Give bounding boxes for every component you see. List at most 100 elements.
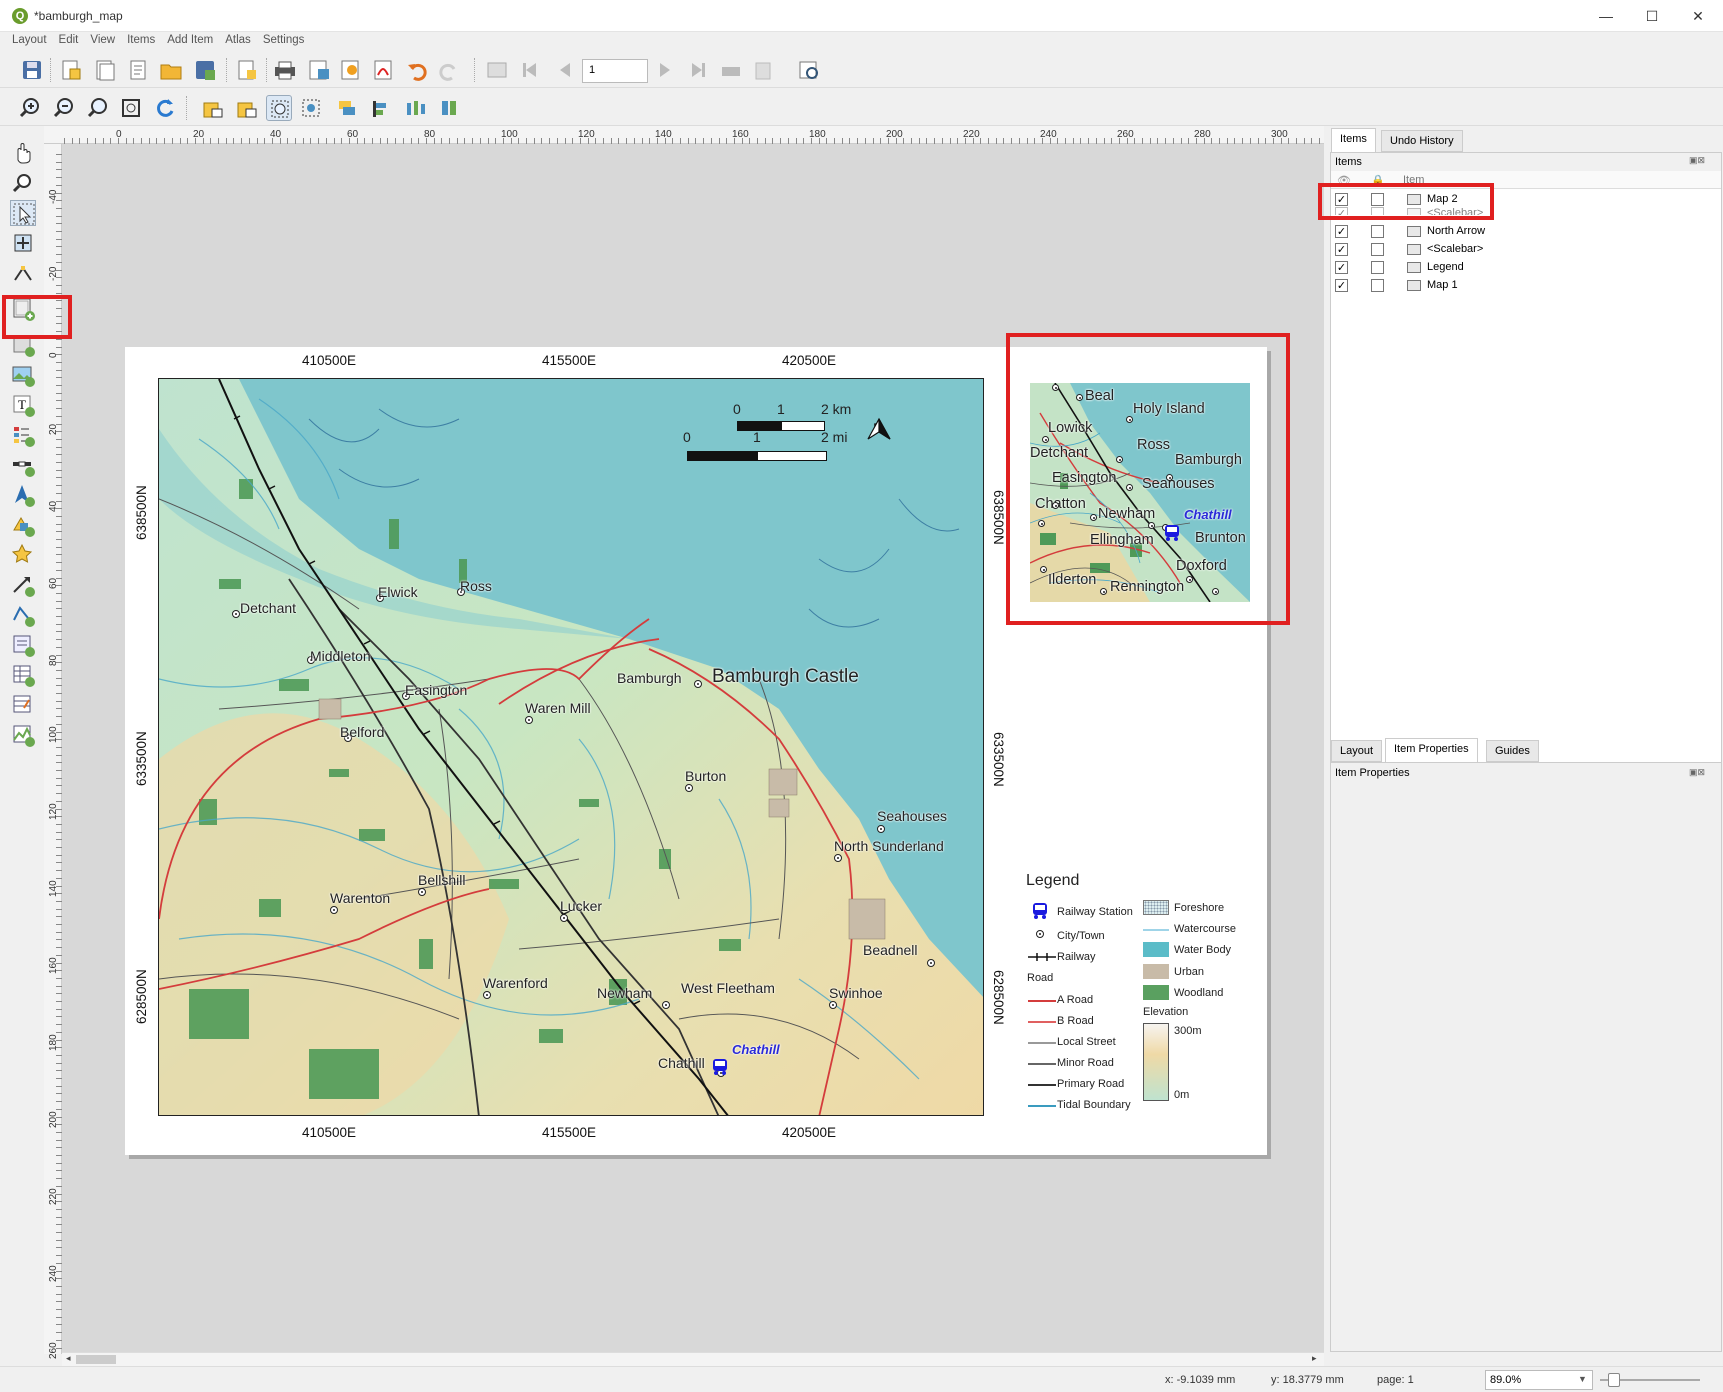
- visibility-checkbox[interactable]: ✓: [1335, 261, 1348, 274]
- zoom-combo[interactable]: 89.0% ▼: [1485, 1370, 1593, 1390]
- status-bar: x: -9.1039 mm y: 18.3779 mm page: 1 89.0…: [0, 1366, 1723, 1392]
- legend[interactable]: Legend Railway Station City/Town Railway…: [1020, 868, 1260, 1118]
- tab-items[interactable]: Items: [1331, 128, 1376, 152]
- export-atlas-icon[interactable]: [752, 57, 778, 83]
- visibility-checkbox[interactable]: ✓: [1335, 243, 1348, 256]
- menu-layout[interactable]: Layout: [6, 32, 53, 46]
- right-dock: Items Undo History Items ▣⊠ 👁 🔒 Item ✓ Ma…: [1318, 126, 1723, 1354]
- item-row[interactable]: ✓ Legend: [1331, 259, 1721, 277]
- add-legend-icon[interactable]: [10, 422, 36, 448]
- refresh-icon[interactable]: [152, 95, 178, 121]
- add-node-item-icon[interactable]: [10, 602, 36, 628]
- menu-add-item[interactable]: Add Item: [161, 32, 219, 46]
- add-marker-icon[interactable]: [10, 542, 36, 568]
- add-elevation-profile-icon[interactable]: [10, 722, 36, 748]
- qgis-logo-icon: Q: [12, 8, 28, 24]
- layout-manager-icon[interactable]: [126, 57, 152, 83]
- zoom-tool-icon[interactable]: [10, 170, 36, 196]
- tab-item-properties[interactable]: Item Properties: [1385, 738, 1478, 762]
- zoom-in-icon[interactable]: [18, 95, 44, 121]
- city-dot-icon: [418, 888, 426, 896]
- redo-icon[interactable]: [436, 57, 462, 83]
- menu-atlas[interactable]: Atlas: [219, 32, 257, 46]
- open-folder-icon[interactable]: [158, 57, 184, 83]
- zoom-slider-handle[interactable]: [1608, 1373, 1620, 1387]
- select-move-icon[interactable]: [10, 200, 36, 226]
- lock-checkbox[interactable]: [1371, 279, 1384, 292]
- menu-items[interactable]: Items: [121, 32, 161, 46]
- tab-guides[interactable]: Guides: [1486, 740, 1539, 762]
- export-pdf-icon[interactable]: [370, 57, 396, 83]
- tab-undo-history[interactable]: Undo History: [1381, 130, 1463, 152]
- legend-road-header: Road: [1027, 972, 1054, 984]
- raise-items-icon[interactable]: [334, 95, 360, 121]
- menu-settings[interactable]: Settings: [257, 32, 311, 46]
- add-fixed-table-icon[interactable]: [10, 692, 36, 718]
- v-ruler-label: 20: [48, 423, 59, 435]
- save-icon[interactable]: [19, 57, 45, 83]
- select-items-icon[interactable]: [266, 95, 292, 121]
- zoom-out-icon[interactable]: [52, 95, 78, 121]
- atlas-settings-icon[interactable]: [796, 57, 822, 83]
- item-row[interactable]: ✓ Map 1: [1331, 277, 1721, 295]
- status-y: y: 18.3779 mm: [1271, 1374, 1344, 1386]
- duplicate-layout-icon[interactable]: [92, 57, 118, 83]
- next-feature-icon[interactable]: [652, 57, 678, 83]
- menu-view[interactable]: View: [84, 32, 121, 46]
- city-dot-icon: [834, 854, 842, 862]
- items-panel-header: Items ▣⊠: [1331, 153, 1721, 171]
- move-content-icon[interactable]: [10, 230, 36, 256]
- city-dot-icon: [829, 1001, 837, 1009]
- menu-edit[interactable]: Edit: [53, 32, 85, 46]
- new-layout-icon[interactable]: [58, 57, 84, 83]
- add-shape-icon[interactable]: [10, 512, 36, 538]
- undo-icon[interactable]: [404, 57, 430, 83]
- horizontal-scrollbar[interactable]: ◂ ▸: [62, 1352, 1324, 1366]
- distribute-items-icon[interactable]: [402, 95, 428, 121]
- save-as-template-icon[interactable]: [192, 57, 218, 83]
- align-items-icon[interactable]: [368, 95, 394, 121]
- edit-nodes-icon[interactable]: [10, 260, 36, 286]
- resize-items-icon[interactable]: [436, 95, 462, 121]
- lock-checkbox[interactable]: [1371, 225, 1384, 238]
- export-svg-icon[interactable]: [338, 57, 364, 83]
- last-feature-icon[interactable]: [684, 57, 710, 83]
- lock-checkbox[interactable]: [1371, 261, 1384, 274]
- unlock-items-icon[interactable]: [234, 95, 260, 121]
- item-row[interactable]: ✓ <Scalebar>: [1331, 241, 1721, 259]
- add-html-icon[interactable]: [10, 632, 36, 658]
- add-label-icon[interactable]: T: [10, 392, 36, 418]
- add-picture-icon[interactable]: [10, 362, 36, 388]
- previous-feature-icon[interactable]: [552, 57, 578, 83]
- map-item-icon: [1407, 280, 1421, 291]
- tab-layout[interactable]: Layout: [1331, 740, 1383, 762]
- close-button[interactable]: ✕: [1675, 4, 1721, 28]
- add-north-arrow-icon[interactable]: [10, 482, 36, 508]
- city-dot-icon: [232, 610, 240, 618]
- atlas-preview-icon[interactable]: [484, 57, 510, 83]
- lock-items-icon[interactable]: [200, 95, 226, 121]
- group-items-icon[interactable]: [298, 95, 324, 121]
- first-feature-icon[interactable]: [518, 57, 544, 83]
- add-arrow-icon[interactable]: [10, 572, 36, 598]
- visibility-checkbox[interactable]: ✓: [1335, 225, 1348, 238]
- maximize-button[interactable]: ☐: [1629, 4, 1675, 28]
- add-pages-icon[interactable]: [234, 57, 260, 83]
- main-map[interactable]: N 0 1 2 km 0 1 2 mi: [158, 378, 984, 1116]
- map1-place-label: Middleton: [310, 648, 371, 664]
- zoom-slider[interactable]: [1600, 1373, 1700, 1387]
- add-scalebar-icon[interactable]: [10, 452, 36, 478]
- pan-icon[interactable]: [10, 140, 36, 166]
- export-image-icon[interactable]: [306, 57, 332, 83]
- print-icon[interactable]: [272, 57, 298, 83]
- minimize-button[interactable]: —: [1583, 4, 1629, 28]
- item-row[interactable]: ✓ North Arrow: [1331, 223, 1721, 241]
- visibility-checkbox[interactable]: ✓: [1335, 279, 1348, 292]
- add-attribute-table-icon[interactable]: [10, 662, 36, 688]
- lock-checkbox[interactable]: [1371, 243, 1384, 256]
- zoom-actual-icon[interactable]: [86, 95, 112, 121]
- print-atlas-icon[interactable]: [718, 57, 744, 83]
- page-number-input[interactable]: 1: [582, 59, 648, 83]
- zoom-full-icon[interactable]: [118, 95, 144, 121]
- map1-place-label: North Sunderland: [834, 838, 944, 854]
